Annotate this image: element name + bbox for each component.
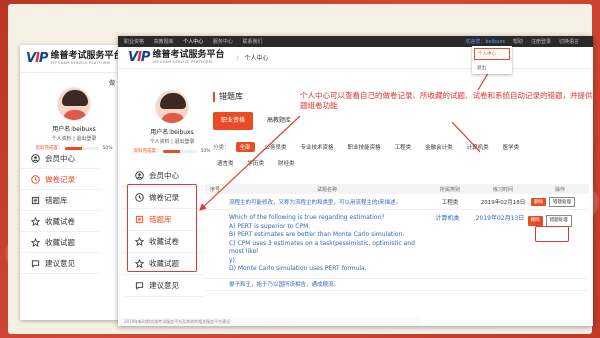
delete-button[interactable]: 删除 <box>527 215 543 226</box>
back-sidebar-item-label: 收藏试题 <box>45 237 75 247</box>
option-c: C) CPM uses 3 estimates on a task(pessim… <box>229 239 415 256</box>
nav-item-service[interactable]: 服务中心 <box>213 39 233 45</box>
progress-pct: 50% <box>102 145 113 151</box>
user-circle-icon <box>30 153 40 163</box>
dropdown-logout[interactable]: 退出 <box>472 62 512 74</box>
back-sidebar: 会员中心做卷记录错题库收藏试卷收藏试题建议意见 <box>20 148 102 274</box>
front-header: VIP 维普考试服务平台 VIP EXAM SERVICE PLATFORM /… <box>118 47 593 69</box>
help-link[interactable]: 帮助 <box>513 38 523 45</box>
nav-item-contact[interactable]: 联系我们 <box>242 39 262 45</box>
front-sidebar-item-label: 会员中心 <box>149 171 179 180</box>
user-welcome-link[interactable]: 欢迎您：beibuxs <box>465 38 505 45</box>
language-link[interactable]: 切换语言 <box>559 38 579 45</box>
th-time: 练习时间 <box>492 186 513 193</box>
logo-mark: VIP <box>26 51 48 66</box>
back-profile: 用户名:beibuxs 个人资料 | 退出登录 资料完成度： 50% <box>34 87 114 151</box>
profile-links[interactable]: 个人资料 | 退出登录 <box>34 135 114 142</box>
breadcrumb: / 个人中心 <box>236 55 269 62</box>
annotation-text: 个人中心可以查看自己的做卷记录、所收藏的试题、试卷和系统自动记录的错题，并提供错… <box>300 91 600 110</box>
star-icon <box>30 216 40 226</box>
book-icon <box>30 195 40 205</box>
back-sidebar-item-1[interactable]: 做卷记录 <box>20 169 102 190</box>
breadcrumb-current[interactable]: 个人中心 <box>244 55 268 62</box>
handle-wrong-button[interactable]: 错题处理 <box>549 196 575 207</box>
logo-mark: VIP <box>128 50 150 65</box>
feedback-icon <box>30 258 40 268</box>
front-sidebar-item-label: 建议意见 <box>149 281 179 290</box>
back-sidebar-item-0[interactable]: 会员中心 <box>20 148 102 169</box>
star-icon <box>30 237 40 247</box>
avatar[interactable] <box>57 87 91 121</box>
option-d: D) Monte Carlo simulation uses PERT form… <box>229 265 367 272</box>
back-sidebar-item-2[interactable]: 错题库 <box>20 190 102 211</box>
user-dropdown: 个人中心 退出 <box>472 46 512 74</box>
category-chip[interactable]: 医学类 <box>499 142 524 152</box>
back-sidebar-item-label: 会员中心 <box>45 153 75 163</box>
login-link[interactable]: 注册登录 <box>531 38 551 45</box>
th-op: 操作 <box>554 186 565 193</box>
logo-name: 维普考试服务平台 <box>152 49 225 60</box>
top-nav-bar: 职业资格 高教题库 个人中心 服务中心 联系我们 欢迎您：beibuxs 帮助 … <box>118 36 593 47</box>
button-highlight-box <box>535 226 569 242</box>
nav-item-personal[interactable]: 个人中心 <box>183 39 203 45</box>
back-sidebar-item-label: 错题库 <box>45 195 68 205</box>
top-nav-left: 职业资格 高教题库 个人中心 服务中心 联系我们 <box>124 38 270 45</box>
delete-button[interactable]: 删除 <box>531 197 546 206</box>
annotation-arrows <box>199 115 480 211</box>
nav-item-gaojiao[interactable]: 高教题库 <box>154 39 174 45</box>
option-c-cont: y). <box>229 256 237 264</box>
back-sidebar-item-label: 收藏试卷 <box>45 216 75 226</box>
back-sidebar-item-label: 建议意见 <box>45 258 75 268</box>
nav-item-zhiye[interactable]: 职业资格 <box>124 39 144 45</box>
logo-en: VIP EXAM SERVICE PLATFORM <box>50 60 111 65</box>
clock-icon <box>30 174 40 184</box>
front-sidebar-item-5[interactable]: 建议意见 <box>122 275 205 297</box>
user-circle-icon <box>134 171 144 181</box>
back-sidebar-item-5[interactable]: 建议意见 <box>20 253 102 274</box>
logo[interactable]: VIP 维普考试服务平台 VIP EXAM SERVICE PLATFORM <box>26 51 122 66</box>
back-sidebar-item-3[interactable]: 收藏试卷 <box>20 211 102 232</box>
question-link[interactable]: 晏子和王，始于乃以国所设相告，通成顺流。 <box>229 280 339 288</box>
progress-label: 资料完成度： <box>133 149 161 154</box>
dropdown-personal-center[interactable]: 个人中心 <box>474 48 510 60</box>
footer-text: 2019年新时期实施考试服务平台及其他的相关服务平台建设 <box>120 318 420 326</box>
logo[interactable]: VIP 维普考试服务平台 VIP EXAM SERVICE PLATFORM <box>128 50 224 65</box>
logo-en: VIP EXAM SERVICE PLATFORM <box>152 59 213 64</box>
logo-name: 维普考试服务平台 <box>50 50 123 61</box>
back-sidebar-item-4[interactable]: 收藏试题 <box>20 232 102 253</box>
feedback-icon <box>134 281 144 291</box>
top-nav-right: 欢迎您：beibuxs 帮助 注册登录 切换语言 <box>465 38 587 45</box>
back-sidebar-item-label: 做卷记录 <box>45 174 75 184</box>
username: 用户名:beibuxs <box>52 126 96 133</box>
table-row: 晏子和王，始于乃以国所设相告，通成顺流。 <box>205 279 589 291</box>
